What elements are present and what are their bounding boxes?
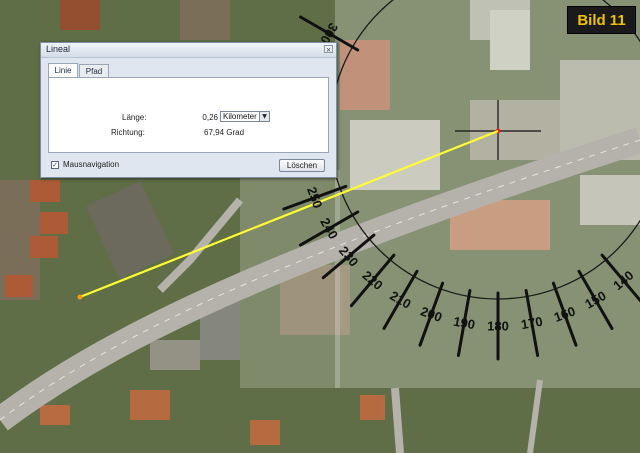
chevron-down-icon[interactable]: ▼: [259, 112, 269, 121]
length-label: Länge:: [122, 113, 147, 122]
delete-button[interactable]: Löschen: [279, 159, 325, 172]
compass-label-180: 180: [487, 318, 509, 333]
unit-select-value: Kilometer: [223, 112, 257, 121]
figure-badge: Bild 11: [567, 6, 636, 34]
direction-value: 67,94 Grad: [204, 128, 245, 137]
measure-start-point: [77, 294, 83, 300]
mouse-navigation-checkbox[interactable]: ✓: [51, 161, 59, 169]
tab-panel-linie: Länge: 0,26 Kilometer ▼ Richtung: 67,94 …: [48, 77, 329, 153]
tab-pfad[interactable]: Pfad: [79, 64, 109, 77]
dialog-title: Lineal: [46, 44, 71, 54]
tab-linie[interactable]: Linie: [48, 63, 78, 78]
unit-select[interactable]: Kilometer ▼: [220, 111, 270, 122]
length-value: 0,26: [202, 113, 218, 122]
ruler-dialog: Lineal × Linie Pfad Länge: 0,26 Kilomete…: [40, 42, 337, 178]
direction-label: Richtung:: [111, 128, 145, 137]
close-icon[interactable]: ×: [324, 45, 333, 54]
mouse-navigation-label: Mausnavigation: [63, 160, 120, 169]
dialog-titlebar[interactable]: Lineal ×: [41, 43, 336, 58]
